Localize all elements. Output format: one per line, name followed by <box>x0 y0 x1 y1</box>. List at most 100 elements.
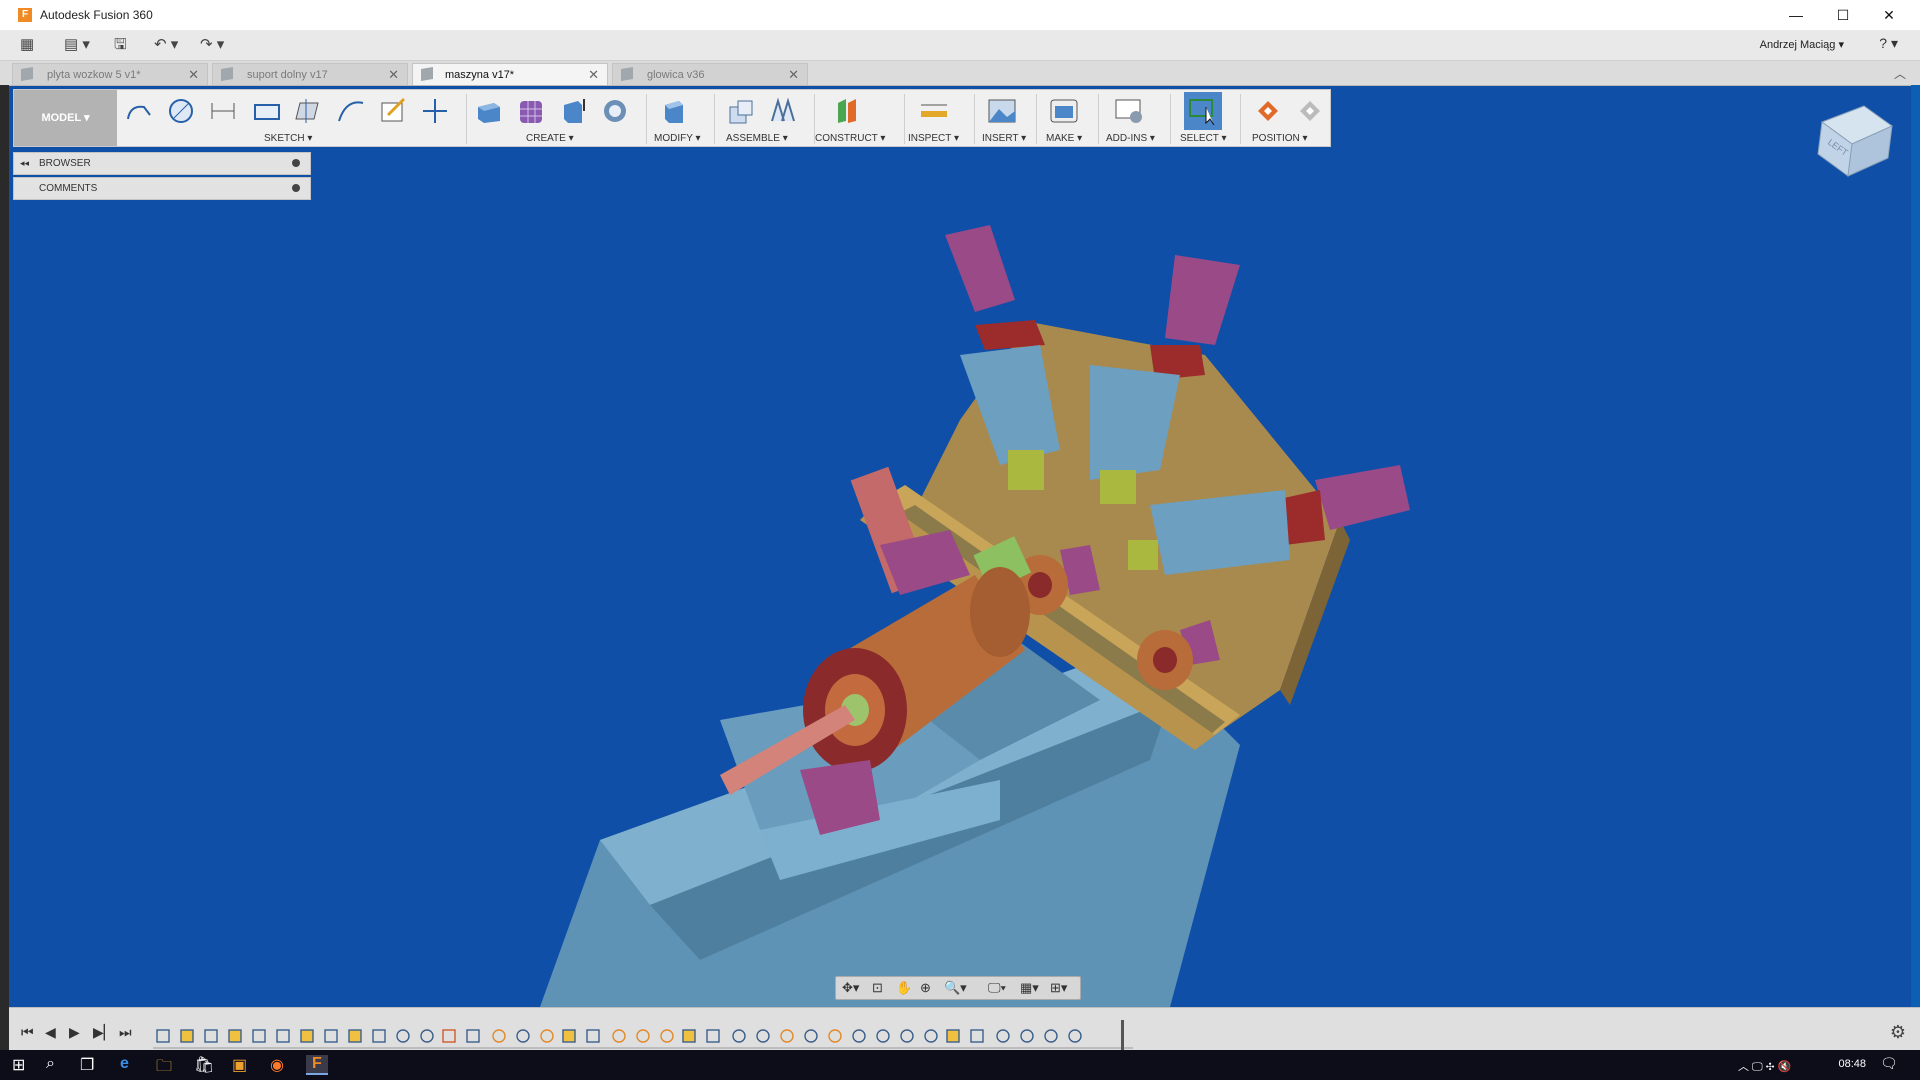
circle-icon[interactable] <box>166 97 196 125</box>
store-icon[interactable]: 🛍 <box>194 1055 214 1075</box>
insert-image-icon[interactable] <box>987 97 1017 125</box>
go-to-start-icon[interactable]: ⏮ <box>21 1024 34 1041</box>
3d-print-icon[interactable] <box>1049 97 1079 125</box>
firefox-icon[interactable]: ◉ <box>270 1055 284 1075</box>
comments-expand-icon[interactable] <box>292 184 300 192</box>
play-icon[interactable]: ▶ <box>69 1024 80 1041</box>
left-edge-strip <box>0 85 9 1050</box>
edge-browser-icon[interactable]: e <box>120 1055 129 1073</box>
revert-position-icon[interactable] <box>1296 97 1326 125</box>
step-forward-icon[interactable]: ▶▏ <box>93 1024 115 1041</box>
close-button[interactable]: ✕ <box>1866 0 1912 30</box>
viewports-icon[interactable]: ⊞▾ <box>1050 980 1067 996</box>
go-to-end-icon[interactable]: ⏭ <box>119 1024 132 1041</box>
toolbar-divider <box>904 94 905 144</box>
tab-suport-dolny[interactable]: suport dolny v17 ✕ <box>212 63 408 85</box>
shell-icon[interactable] <box>600 97 630 125</box>
viewcube[interactable]: LEFT <box>1812 102 1896 178</box>
offset-plane-icon[interactable] <box>832 97 862 125</box>
tab-label: glowica v36 <box>647 69 705 81</box>
toolbar-divider <box>1170 94 1171 144</box>
display-settings-icon[interactable]: 🖵▾ <box>988 980 1006 996</box>
look-at-icon[interactable]: ⊡ <box>872 980 883 996</box>
form-icon[interactable] <box>516 97 546 125</box>
construct-group-label[interactable]: CONSTRUCT ▾ <box>815 133 885 144</box>
press-pull-icon[interactable] <box>558 97 588 125</box>
modify-group-label[interactable]: MODIFY ▾ <box>654 133 701 144</box>
addins-group-label[interactable]: ADD-INS ▾ <box>1106 133 1155 144</box>
user-account-menu[interactable]: Andrzej Maciąg ▾ <box>1760 38 1844 51</box>
grid-settings-icon[interactable]: ▦▾ <box>1020 980 1039 996</box>
orbit-icon[interactable]: ✥▾ <box>842 980 859 996</box>
point-icon[interactable] <box>420 97 450 125</box>
comments-row[interactable]: COMMENTS <box>13 177 311 200</box>
create-group-label[interactable]: CREATE ▾ <box>526 133 574 144</box>
component-icon <box>621 66 633 82</box>
timeline-settings-icon[interactable]: ⚙ <box>1890 1022 1906 1043</box>
tab-plyta-wozkow[interactable]: plyta wozkow 5 v1* ✕ <box>12 63 208 85</box>
finish-sketch-icon[interactable] <box>378 97 408 125</box>
position-group-label[interactable]: POSITION ▾ <box>1252 133 1308 144</box>
timeline-features-strip[interactable] <box>153 1018 1143 1052</box>
windows-taskbar: ⊞ ⌕ ❐ e 🗀 🛍 ▣ ◉ F ︿ 🖵 ✣ 🔇 08:48 🗨 <box>0 1050 1920 1080</box>
maximize-button[interactable]: ☐ <box>1820 0 1866 30</box>
toolbar-divider <box>714 94 715 144</box>
insert-group-label[interactable]: INSERT ▾ <box>982 133 1026 144</box>
help-icon[interactable]: ? ▾ <box>1879 35 1898 52</box>
project-icon[interactable] <box>294 97 324 125</box>
minimize-button[interactable]: — <box>1773 0 1819 30</box>
new-component-icon[interactable] <box>726 97 756 125</box>
measure-icon[interactable] <box>919 97 949 125</box>
capture-position-icon[interactable] <box>1254 97 1284 125</box>
notifications-icon[interactable]: 🗨 <box>1880 1055 1898 1072</box>
make-group-label[interactable]: MAKE ▾ <box>1046 133 1082 144</box>
ribbon-toolbar: MODEL ▾ SKETCH ▾ CREATE ▾ MODIFY ▾ ASSEM… <box>13 89 1331 147</box>
start-button-icon[interactable]: ⊞ <box>12 1055 25 1075</box>
tab-close-icon[interactable]: ✕ <box>188 67 199 83</box>
modify-icon[interactable] <box>659 97 689 125</box>
tab-maszyna[interactable]: maszyna v17* ✕ <box>412 63 608 85</box>
fit-icon[interactable]: 🔍▾ <box>944 980 967 996</box>
workspace-switcher[interactable]: MODEL ▾ <box>14 90 117 146</box>
data-panel-grid-icon[interactable]: ▦ <box>20 35 34 55</box>
dimension-icon[interactable] <box>208 97 238 125</box>
pan-icon[interactable]: ✋ <box>896 980 912 996</box>
task-view-icon[interactable]: ❐ <box>80 1055 94 1075</box>
file-menu-icon[interactable]: ▤ ▾ <box>64 35 90 55</box>
file-explorer-icon[interactable]: 🗀 <box>156 1055 172 1080</box>
inspect-group-label[interactable]: INSPECT ▾ <box>908 133 959 144</box>
model-viewport-canvas[interactable] <box>9 85 1911 1007</box>
assemble-group-label[interactable]: ASSEMBLE ▾ <box>726 133 788 144</box>
sketch-group-label[interactable]: SKETCH ▾ <box>264 133 312 144</box>
select-icon[interactable] <box>1188 97 1218 125</box>
browser-expand-icon[interactable] <box>292 159 300 167</box>
right-edge-strip <box>1911 85 1920 1050</box>
joint-icon[interactable] <box>768 97 798 125</box>
system-tray-icons[interactable]: ︿ 🖵 ✣ 🔇 <box>1738 1058 1791 1074</box>
rectangle-icon[interactable] <box>252 97 282 125</box>
tab-close-icon[interactable]: ✕ <box>388 67 399 83</box>
tab-collapse-icon[interactable]: ︿ <box>1894 65 1906 82</box>
redo-icon[interactable]: ↷ ▾ <box>200 35 224 55</box>
zoom-icon[interactable]: ⊕ <box>920 980 931 996</box>
tab-close-icon[interactable]: ✕ <box>788 67 799 83</box>
clock[interactable]: 08:48 <box>1838 1058 1866 1070</box>
toolbar-divider <box>1240 94 1241 144</box>
tab-close-icon[interactable]: ✕ <box>588 67 599 83</box>
step-back-icon[interactable]: ◀ <box>45 1024 56 1041</box>
component-icon <box>21 66 33 82</box>
navigation-bar: ✥▾ ⊡ ✋ ⊕ 🔍▾ 🖵▾ ▦▾ ⊞▾ <box>835 976 1081 1000</box>
save-icon[interactable]: 🖫 <box>114 35 127 55</box>
fusion-taskbar-icon[interactable]: F <box>306 1055 328 1075</box>
spline-icon[interactable] <box>336 97 366 125</box>
scripts-addins-icon[interactable] <box>1114 97 1144 125</box>
create-sketch-line-icon[interactable] <box>124 97 154 125</box>
search-icon[interactable]: ⌕ <box>46 1055 55 1073</box>
undo-icon[interactable]: ↶ ▾ <box>154 35 178 55</box>
extrude-icon[interactable] <box>474 97 504 125</box>
collapse-panel-icon[interactable]: ◂◂ <box>20 158 29 169</box>
pinned-app-icon[interactable]: ▣ <box>232 1055 247 1075</box>
select-group-label[interactable]: SELECT ▾ <box>1180 133 1227 144</box>
browser-row[interactable]: ◂◂ BROWSER <box>13 152 311 175</box>
tab-glowica[interactable]: glowica v36 ✕ <box>612 63 808 85</box>
